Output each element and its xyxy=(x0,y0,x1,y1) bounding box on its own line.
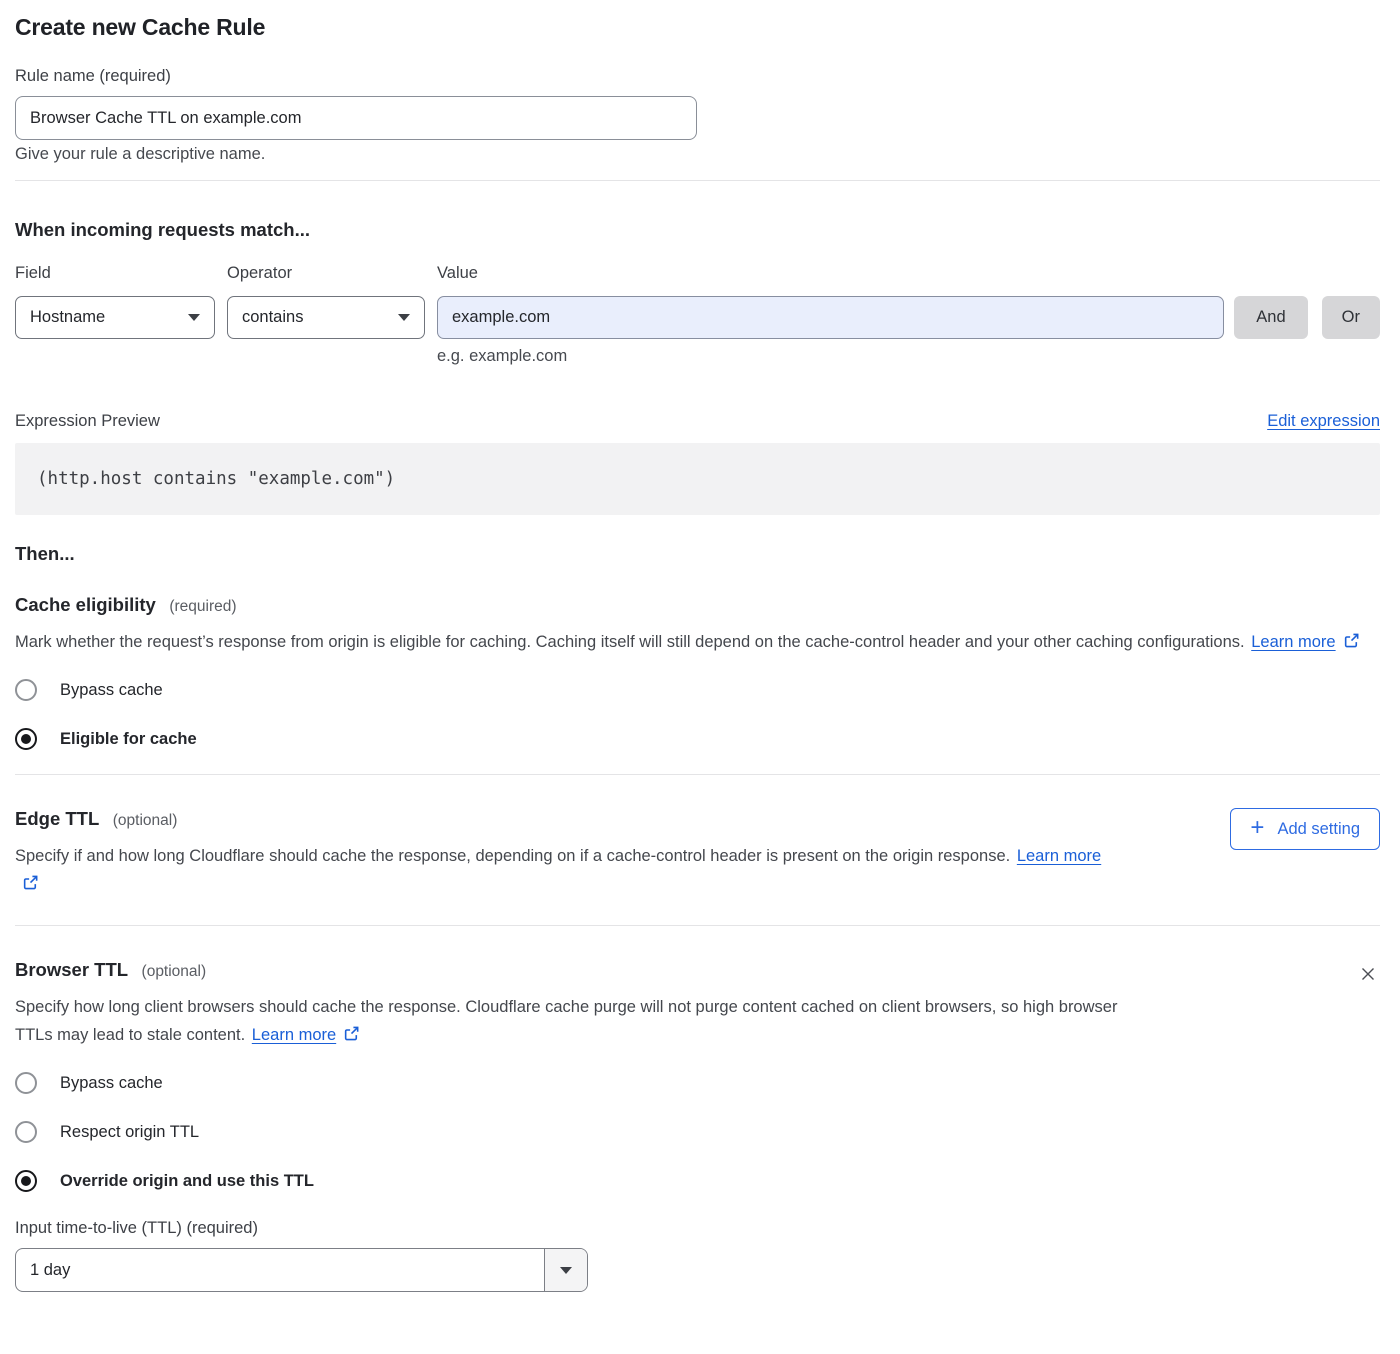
rule-name-input[interactable] xyxy=(15,96,697,140)
and-button[interactable]: And xyxy=(1234,296,1307,339)
edge-ttl-heading-row: Edge TTL (optional) xyxy=(15,808,1206,830)
cache-eligibility-description: Mark whether the request’s response from… xyxy=(15,628,1360,656)
add-setting-label: Add setting xyxy=(1277,820,1360,839)
radio-circle xyxy=(15,679,37,701)
match-column-labels: Field Operator Value xyxy=(15,264,1380,283)
edge-ttl-description-text: Specify if and how long Cloudflare shoul… xyxy=(15,847,1010,865)
operator-column-label: Operator xyxy=(227,264,425,283)
field-select-value: Hostname xyxy=(30,308,105,327)
browser-ttl-heading-row: Browser TTL (optional) xyxy=(15,959,1332,981)
cache-eligibility-learn-more-link[interactable]: Learn more xyxy=(1251,633,1359,651)
browser-ttl-section: Browser TTL (optional) Specify how long … xyxy=(15,926,1380,1292)
browser-ttl-description-text: Specify how long client browsers should … xyxy=(15,998,1117,1044)
radio-label: Respect origin TTL xyxy=(60,1123,199,1142)
edge-ttl-section: Edge TTL (optional) Specify if and how l… xyxy=(15,775,1380,898)
create-cache-rule-form: Create new Cache Rule Rule name (require… xyxy=(0,0,1400,1309)
radio-browser-bypass-cache[interactable]: Bypass cache xyxy=(15,1072,163,1094)
ttl-select-value: 1 day xyxy=(16,1261,70,1280)
browser-ttl-learn-more-link[interactable]: Learn more xyxy=(252,1026,360,1044)
radio-respect-origin-ttl[interactable]: Respect origin TTL xyxy=(15,1121,199,1143)
field-select[interactable]: Hostname xyxy=(15,296,215,339)
chevron-down-icon xyxy=(188,314,200,321)
radio-circle xyxy=(15,728,37,750)
external-link-icon xyxy=(22,874,39,891)
value-column-label: Value xyxy=(437,264,478,283)
ttl-input-label: Input time-to-live (TTL) (required) xyxy=(15,1219,1380,1238)
cache-eligibility-required-tag: (required) xyxy=(169,598,236,615)
expression-preview-row: Expression Preview Edit expression xyxy=(15,412,1380,431)
radio-bypass-cache[interactable]: Bypass cache xyxy=(15,679,163,701)
plus-icon: + xyxy=(1250,816,1264,840)
external-link-icon xyxy=(343,1025,360,1042)
radio-circle xyxy=(15,1072,37,1094)
match-controls-row: Hostname contains And Or xyxy=(15,296,1380,339)
radio-label: Override origin and use this TTL xyxy=(60,1172,314,1191)
radio-label: Bypass cache xyxy=(60,1074,163,1093)
or-button[interactable]: Or xyxy=(1322,296,1380,339)
radio-label: Eligible for cache xyxy=(60,730,197,749)
learn-more-label: Learn more xyxy=(1017,847,1101,865)
external-link-icon xyxy=(1343,632,1360,649)
browser-ttl-heading: Browser TTL xyxy=(15,959,128,980)
field-column-label: Field xyxy=(15,264,215,283)
cache-eligibility-radio-group: Bypass cache Eligible for cache xyxy=(15,679,1380,750)
rule-name-helper: Give your rule a descriptive name. xyxy=(15,145,1380,164)
page-title: Create new Cache Rule xyxy=(15,14,1380,41)
expression-preview-label: Expression Preview xyxy=(15,412,160,431)
edge-ttl-heading: Edge TTL xyxy=(15,808,99,829)
radio-circle xyxy=(15,1121,37,1143)
chevron-down-icon xyxy=(398,314,410,321)
learn-more-label: Learn more xyxy=(1251,633,1335,651)
browser-ttl-radio-group: Bypass cache Respect origin TTL Override… xyxy=(15,1072,1380,1192)
radio-override-origin-ttl[interactable]: Override origin and use this TTL xyxy=(15,1170,314,1192)
match-heading: When incoming requests match... xyxy=(15,219,1380,241)
expression-code-block: (http.host contains "example.com") xyxy=(15,443,1380,515)
remove-browser-ttl-button[interactable] xyxy=(1356,962,1380,989)
section-divider xyxy=(15,180,1380,181)
browser-ttl-optional-tag: (optional) xyxy=(142,963,207,980)
expression-code: (http.host contains "example.com") xyxy=(37,469,395,489)
learn-more-label: Learn more xyxy=(252,1026,336,1044)
chevron-down-icon xyxy=(544,1249,587,1291)
edge-ttl-description: Specify if and how long Cloudflare shoul… xyxy=(15,842,1120,898)
cache-eligibility-description-text: Mark whether the request’s response from… xyxy=(15,633,1245,651)
operator-select[interactable]: contains xyxy=(227,296,425,339)
rule-name-label: Rule name (required) xyxy=(15,67,1380,86)
radio-label: Bypass cache xyxy=(60,681,163,700)
browser-ttl-description: Specify how long client browsers should … xyxy=(15,993,1120,1049)
operator-select-value: contains xyxy=(242,308,303,327)
edge-ttl-optional-tag: (optional) xyxy=(113,812,178,829)
close-icon xyxy=(1358,964,1378,984)
cache-eligibility-heading-row: Cache eligibility (required) xyxy=(15,594,1380,616)
value-helper: e.g. example.com xyxy=(437,347,1380,366)
then-heading: Then... xyxy=(15,543,1380,565)
value-input[interactable] xyxy=(437,296,1224,339)
radio-circle xyxy=(15,1170,37,1192)
radio-eligible-for-cache[interactable]: Eligible for cache xyxy=(15,728,197,750)
add-setting-button[interactable]: + Add setting xyxy=(1230,808,1380,850)
ttl-select[interactable]: 1 day xyxy=(15,1248,588,1292)
edit-expression-link[interactable]: Edit expression xyxy=(1267,412,1380,431)
cache-eligibility-heading: Cache eligibility xyxy=(15,594,156,615)
